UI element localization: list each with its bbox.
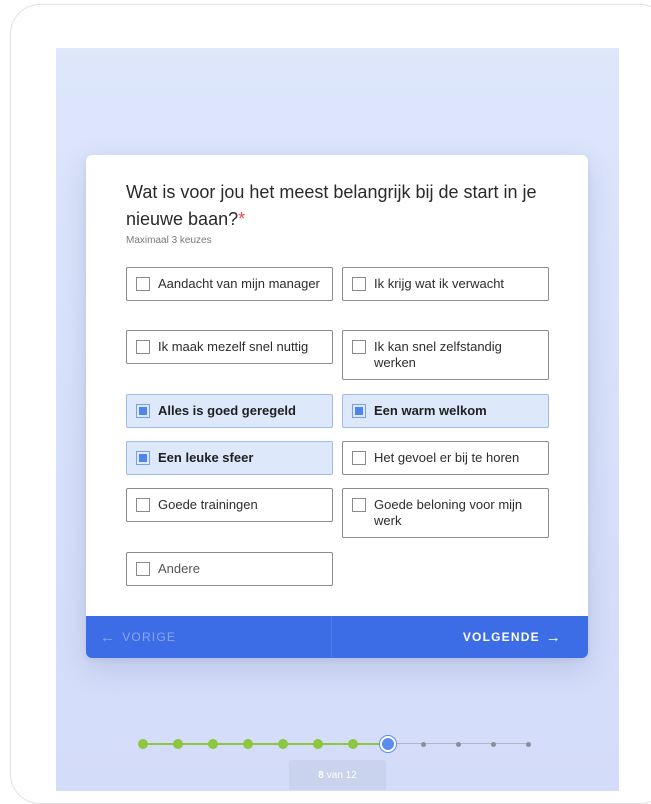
checkbox[interactable] [352,404,366,418]
progress-stepper [137,734,537,754]
option-aandacht-manager[interactable]: Aandacht van mijn manager [126,267,333,301]
progress-connector [493,743,528,744]
question-card: Wat is voor jou het meest belangrijk bij… [86,155,588,658]
option-label: Aandacht van mijn manager [158,276,320,291]
progress-step-done [208,739,218,749]
option-krijg-wat-verwacht[interactable]: Ik krijg wat ik verwacht [342,267,549,301]
checkbox[interactable] [136,404,150,418]
progress-step-current [380,736,396,752]
progress-step-todo [525,741,531,747]
checkbox[interactable] [136,277,150,291]
previous-label: VORIGE [122,630,177,644]
checkbox[interactable] [136,451,150,465]
option-goede-beloning[interactable]: Goede beloning voor mijn werk [342,488,549,538]
checkbox[interactable] [136,562,150,576]
option-label: Goede trainingen [158,497,258,512]
progress-step-done [348,739,358,749]
progress-step-todo [490,741,496,747]
progress-step-done [173,739,183,749]
previous-button[interactable]: ← VORIGE [86,616,332,658]
max-choices-hint: Maximaal 3 keuzes [126,235,212,246]
question-title: Wat is voor jou het meest belangrijk bij… [126,179,556,233]
progress-connector [458,743,493,744]
progress-connector [423,743,458,744]
checkbox[interactable] [136,498,150,512]
option-label: Alles is goed geregeld [158,403,296,418]
next-button[interactable]: VOLGENDE → [332,616,589,658]
page-counter: 8 van 12 [289,760,386,790]
checkbox[interactable] [352,498,366,512]
option-gevoel-erbij-horen[interactable]: Het gevoel er bij te horen [342,441,549,475]
arrow-left-icon: ← [100,628,117,646]
option-alles-goed-geregeld[interactable]: Alles is goed geregeld [126,394,333,428]
option-label: Het gevoel er bij te horen [374,450,520,465]
progress-step-todo [420,741,426,747]
checkbox[interactable] [352,451,366,465]
option-label: Een warm welkom [374,403,487,418]
option-label: Een leuke sfeer [158,450,254,465]
checkbox[interactable] [136,340,150,354]
progress-step-done [278,739,288,749]
option-mezelf-snel-nuttig[interactable]: Ik maak mezelf snel nuttig [126,330,333,364]
option-goede-trainingen[interactable]: Goede trainingen [126,488,333,522]
progress-step-done [243,739,253,749]
option-andere[interactable]: Andere [126,552,333,586]
option-label: Goede beloning voor mijn werk [374,497,523,528]
option-leuke-sfeer[interactable]: Een leuke sfeer [126,441,333,475]
progress-step-done [313,739,323,749]
option-label: Ik kan snel zelfstandig werken [374,339,502,370]
checkbox[interactable] [352,277,366,291]
option-label: Ik maak mezelf snel nuttig [158,339,309,354]
arrow-right-icon: → [545,628,562,646]
option-label: Ik krijg wat ik verwacht [374,276,505,291]
option-snel-zelfstandig[interactable]: Ik kan snel zelfstandig werken [342,330,549,380]
checkbox[interactable] [352,340,366,354]
current-page: 8 [318,769,324,781]
navigation-bar: ← VORIGE VOLGENDE → [86,616,588,658]
next-label: VOLGENDE [462,630,540,644]
question-text: Wat is voor jou het meest belangrijk bij… [126,182,537,229]
option-label: Andere [158,561,200,576]
option-warm-welkom[interactable]: Een warm welkom [342,394,549,428]
progress-step-done [138,739,148,749]
progress-step-todo [455,741,461,747]
page-total: van 12 [326,769,357,781]
required-marker: * [238,209,246,229]
